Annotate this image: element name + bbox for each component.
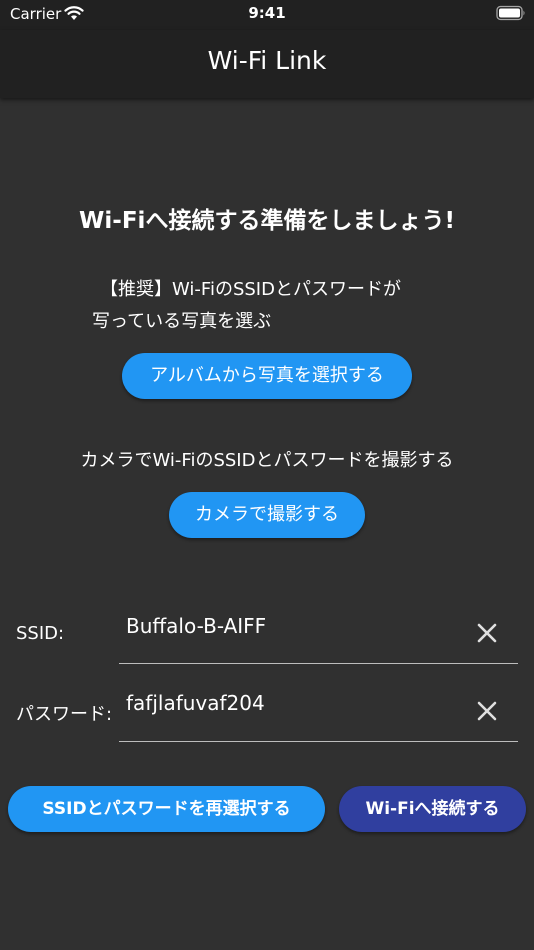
ssid-clear-icon[interactable] (476, 622, 498, 644)
recommend-line-2: 写っている写真を選ぶ (92, 311, 272, 332)
app-title: Wi-Fi Link (207, 46, 327, 75)
select-from-album-button[interactable]: アルバムから写真を選択する (122, 353, 412, 399)
password-input[interactable]: fafjlafuvaf204 (126, 691, 265, 715)
page-heading: Wi-Fiへ接続する準備をしましょう! (79, 208, 455, 234)
ssid-underline (119, 663, 518, 664)
password-clear-icon[interactable] (476, 700, 498, 722)
status-bar: Carrier 9:41 (0, 0, 534, 30)
status-time: 9:41 (248, 4, 286, 22)
app-bar: Wi-Fi Link (0, 30, 534, 98)
screen: Carrier 9:41 Wi-Fi Link Wi-Fiへ接続する準備をしまし… (0, 0, 534, 950)
battery-icon (496, 5, 525, 21)
camera-capture-button[interactable]: カメラで撮影する (169, 492, 365, 538)
password-underline (119, 741, 518, 742)
password-label: パスワード: (16, 704, 113, 725)
camera-instruction-text: カメラでWi-FiのSSIDとパスワードを撮影する (80, 450, 454, 471)
reselect-credentials-button[interactable]: SSIDとパスワードを再選択する (8, 786, 325, 832)
ssid-label: SSID: (16, 623, 65, 644)
ssid-input[interactable]: Buffalo-B-AIFF (126, 614, 266, 638)
recommend-text: 【推奨】Wi-FiのSSIDとパスワードが 写っている写真を選ぶ (92, 274, 472, 338)
connect-wifi-button[interactable]: Wi-Fiへ接続する (339, 786, 526, 832)
recommend-line-1: 【推奨】Wi-FiのSSIDとパスワードが (100, 279, 401, 300)
